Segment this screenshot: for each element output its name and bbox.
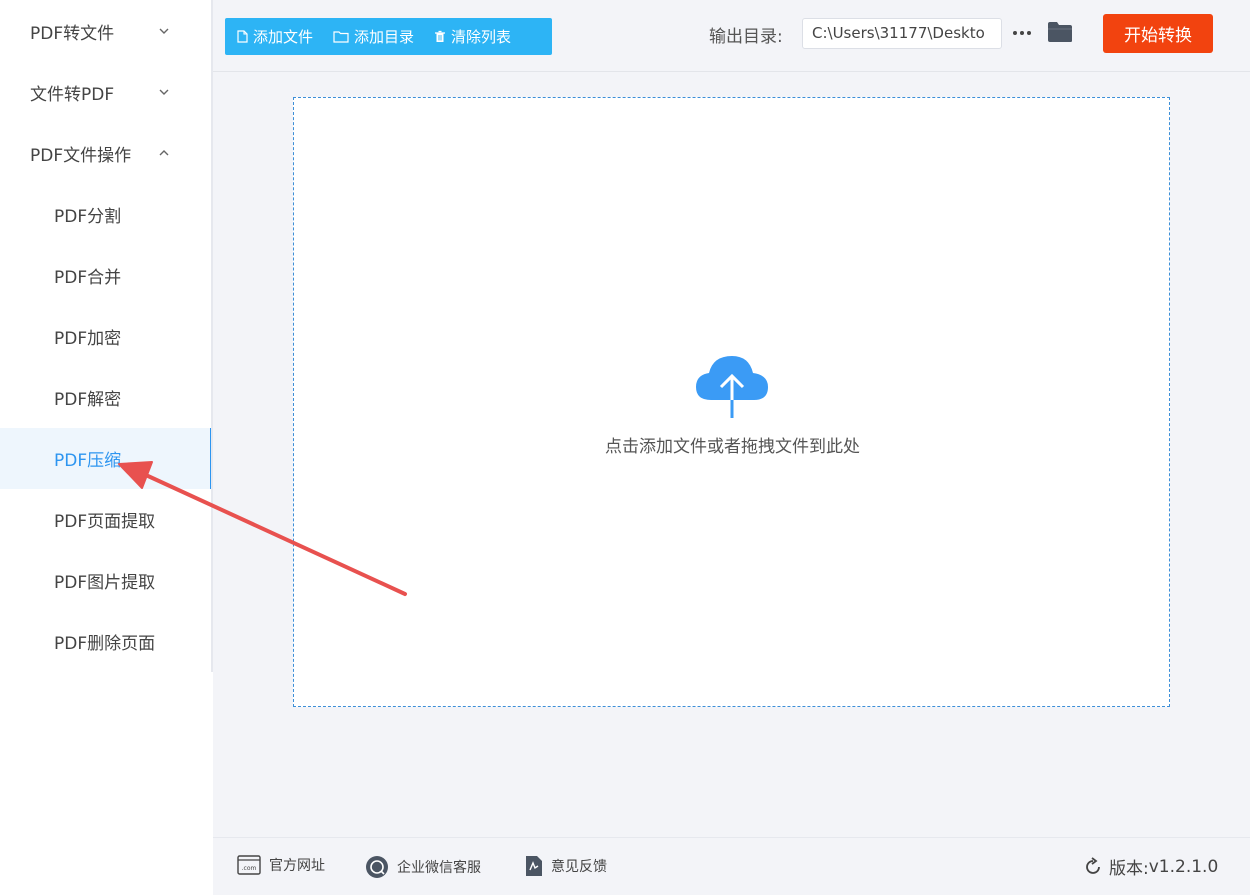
sidebar-item-pdf-delete-pages[interactable]: PDF删除页面 xyxy=(0,611,211,672)
sidebar-item-label: PDF压缩 xyxy=(54,451,122,471)
clear-list-button[interactable]: 清除列表 xyxy=(434,26,511,47)
cloud-upload-icon xyxy=(696,356,768,418)
sidebar-group-pdf-to-file[interactable]: PDF转文件 xyxy=(0,1,211,62)
drop-zone-hint: 点击添加文件或者拖拽文件到此处 xyxy=(605,437,860,457)
sidebar-item-pdf-page-extract[interactable]: PDF页面提取 xyxy=(0,489,211,550)
website-icon: .com xyxy=(237,855,261,875)
add-directory-button[interactable]: 添加目录 xyxy=(333,26,414,47)
wechat-support-link[interactable]: 企业微信客服 xyxy=(365,855,481,879)
folder-icon[interactable] xyxy=(1047,20,1073,44)
app-window: PDF转文件 文件转PDF PDF文件操作 PDF分割 PDF合并 PDF加密 … xyxy=(0,0,1250,895)
start-convert-button[interactable]: 开始转换 xyxy=(1103,14,1213,53)
file-icon xyxy=(237,30,248,43)
sidebar-item-label: PDF合并 xyxy=(54,268,122,288)
wechat-icon xyxy=(366,856,388,878)
folder-outline-icon xyxy=(333,31,349,43)
add-file-label: 添加文件 xyxy=(253,28,314,46)
feedback-icon xyxy=(526,856,542,876)
chevron-down-icon xyxy=(159,28,169,34)
official-website-label: 官方网址 xyxy=(269,858,325,874)
sidebar-group-label: 文件转PDF xyxy=(30,85,115,105)
file-actions-group: 添加文件 添加目录 清除列表 xyxy=(225,18,552,55)
more-options-icon[interactable] xyxy=(1010,22,1034,44)
svg-text:.com: .com xyxy=(242,865,257,872)
trash-icon xyxy=(435,30,446,42)
sidebar-item-label: PDF解密 xyxy=(54,390,122,410)
sidebar-item-label: PDF图片提取 xyxy=(54,573,156,593)
feedback-label: 意见反馈 xyxy=(551,859,607,875)
sidebar: PDF转文件 文件转PDF PDF文件操作 PDF分割 PDF合并 PDF加密 … xyxy=(0,0,213,895)
sidebar-group-label: PDF文件操作 xyxy=(30,146,132,166)
sidebar-item-label: PDF分割 xyxy=(54,207,122,227)
chevron-down-icon xyxy=(159,89,169,95)
sidebar-item-label: PDF删除页面 xyxy=(54,634,156,654)
chevron-up-icon xyxy=(159,150,169,156)
version-label: 版本: xyxy=(1109,859,1149,879)
output-path-field[interactable]: C:\Users\31177\Deskto xyxy=(802,18,1002,49)
output-directory-label: 输出目录: xyxy=(709,27,783,47)
sidebar-group-label: PDF转文件 xyxy=(30,24,115,44)
sidebar-item-pdf-image-extract[interactable]: PDF图片提取 xyxy=(0,550,211,611)
wechat-support-label: 企业微信客服 xyxy=(397,860,481,876)
toolbar: 添加文件 添加目录 清除列表 输出目录: C:\Users\31177\Desk… xyxy=(213,0,1250,72)
sidebar-item-pdf-split[interactable]: PDF分割 xyxy=(0,184,211,245)
sidebar-item-pdf-decrypt[interactable]: PDF解密 xyxy=(0,367,211,428)
sidebar-item-pdf-encrypt[interactable]: PDF加密 xyxy=(0,306,211,367)
main-content: 点击添加文件或者拖拽文件到此处 xyxy=(213,73,1250,837)
clear-list-label: 清除列表 xyxy=(451,28,512,46)
file-drop-zone[interactable]: 点击添加文件或者拖拽文件到此处 xyxy=(293,97,1170,707)
official-website-link[interactable]: .com 官方网址 xyxy=(237,855,325,875)
sidebar-item-label: PDF加密 xyxy=(54,329,122,349)
sidebar-item-pdf-merge[interactable]: PDF合并 xyxy=(0,245,211,306)
version-info: 版本: v1.2.1.0 xyxy=(1083,854,1218,879)
refresh-icon[interactable] xyxy=(1083,856,1103,877)
add-file-button[interactable]: 添加文件 xyxy=(237,26,313,47)
sidebar-item-pdf-compress[interactable]: PDF压缩 xyxy=(0,428,213,489)
sidebar-group-file-to-pdf[interactable]: 文件转PDF xyxy=(0,62,211,123)
sidebar-group-pdf-operations[interactable]: PDF文件操作 xyxy=(0,123,211,184)
version-value: v1.2.1.0 xyxy=(1148,856,1219,877)
footer: .com 官方网址 企业微信客服 意见反馈 版本: v1.2.1.0 xyxy=(213,837,1250,895)
feedback-link[interactable]: 意见反馈 xyxy=(525,855,607,877)
add-directory-label: 添加目录 xyxy=(354,28,415,46)
sidebar-item-label: PDF页面提取 xyxy=(54,512,156,532)
